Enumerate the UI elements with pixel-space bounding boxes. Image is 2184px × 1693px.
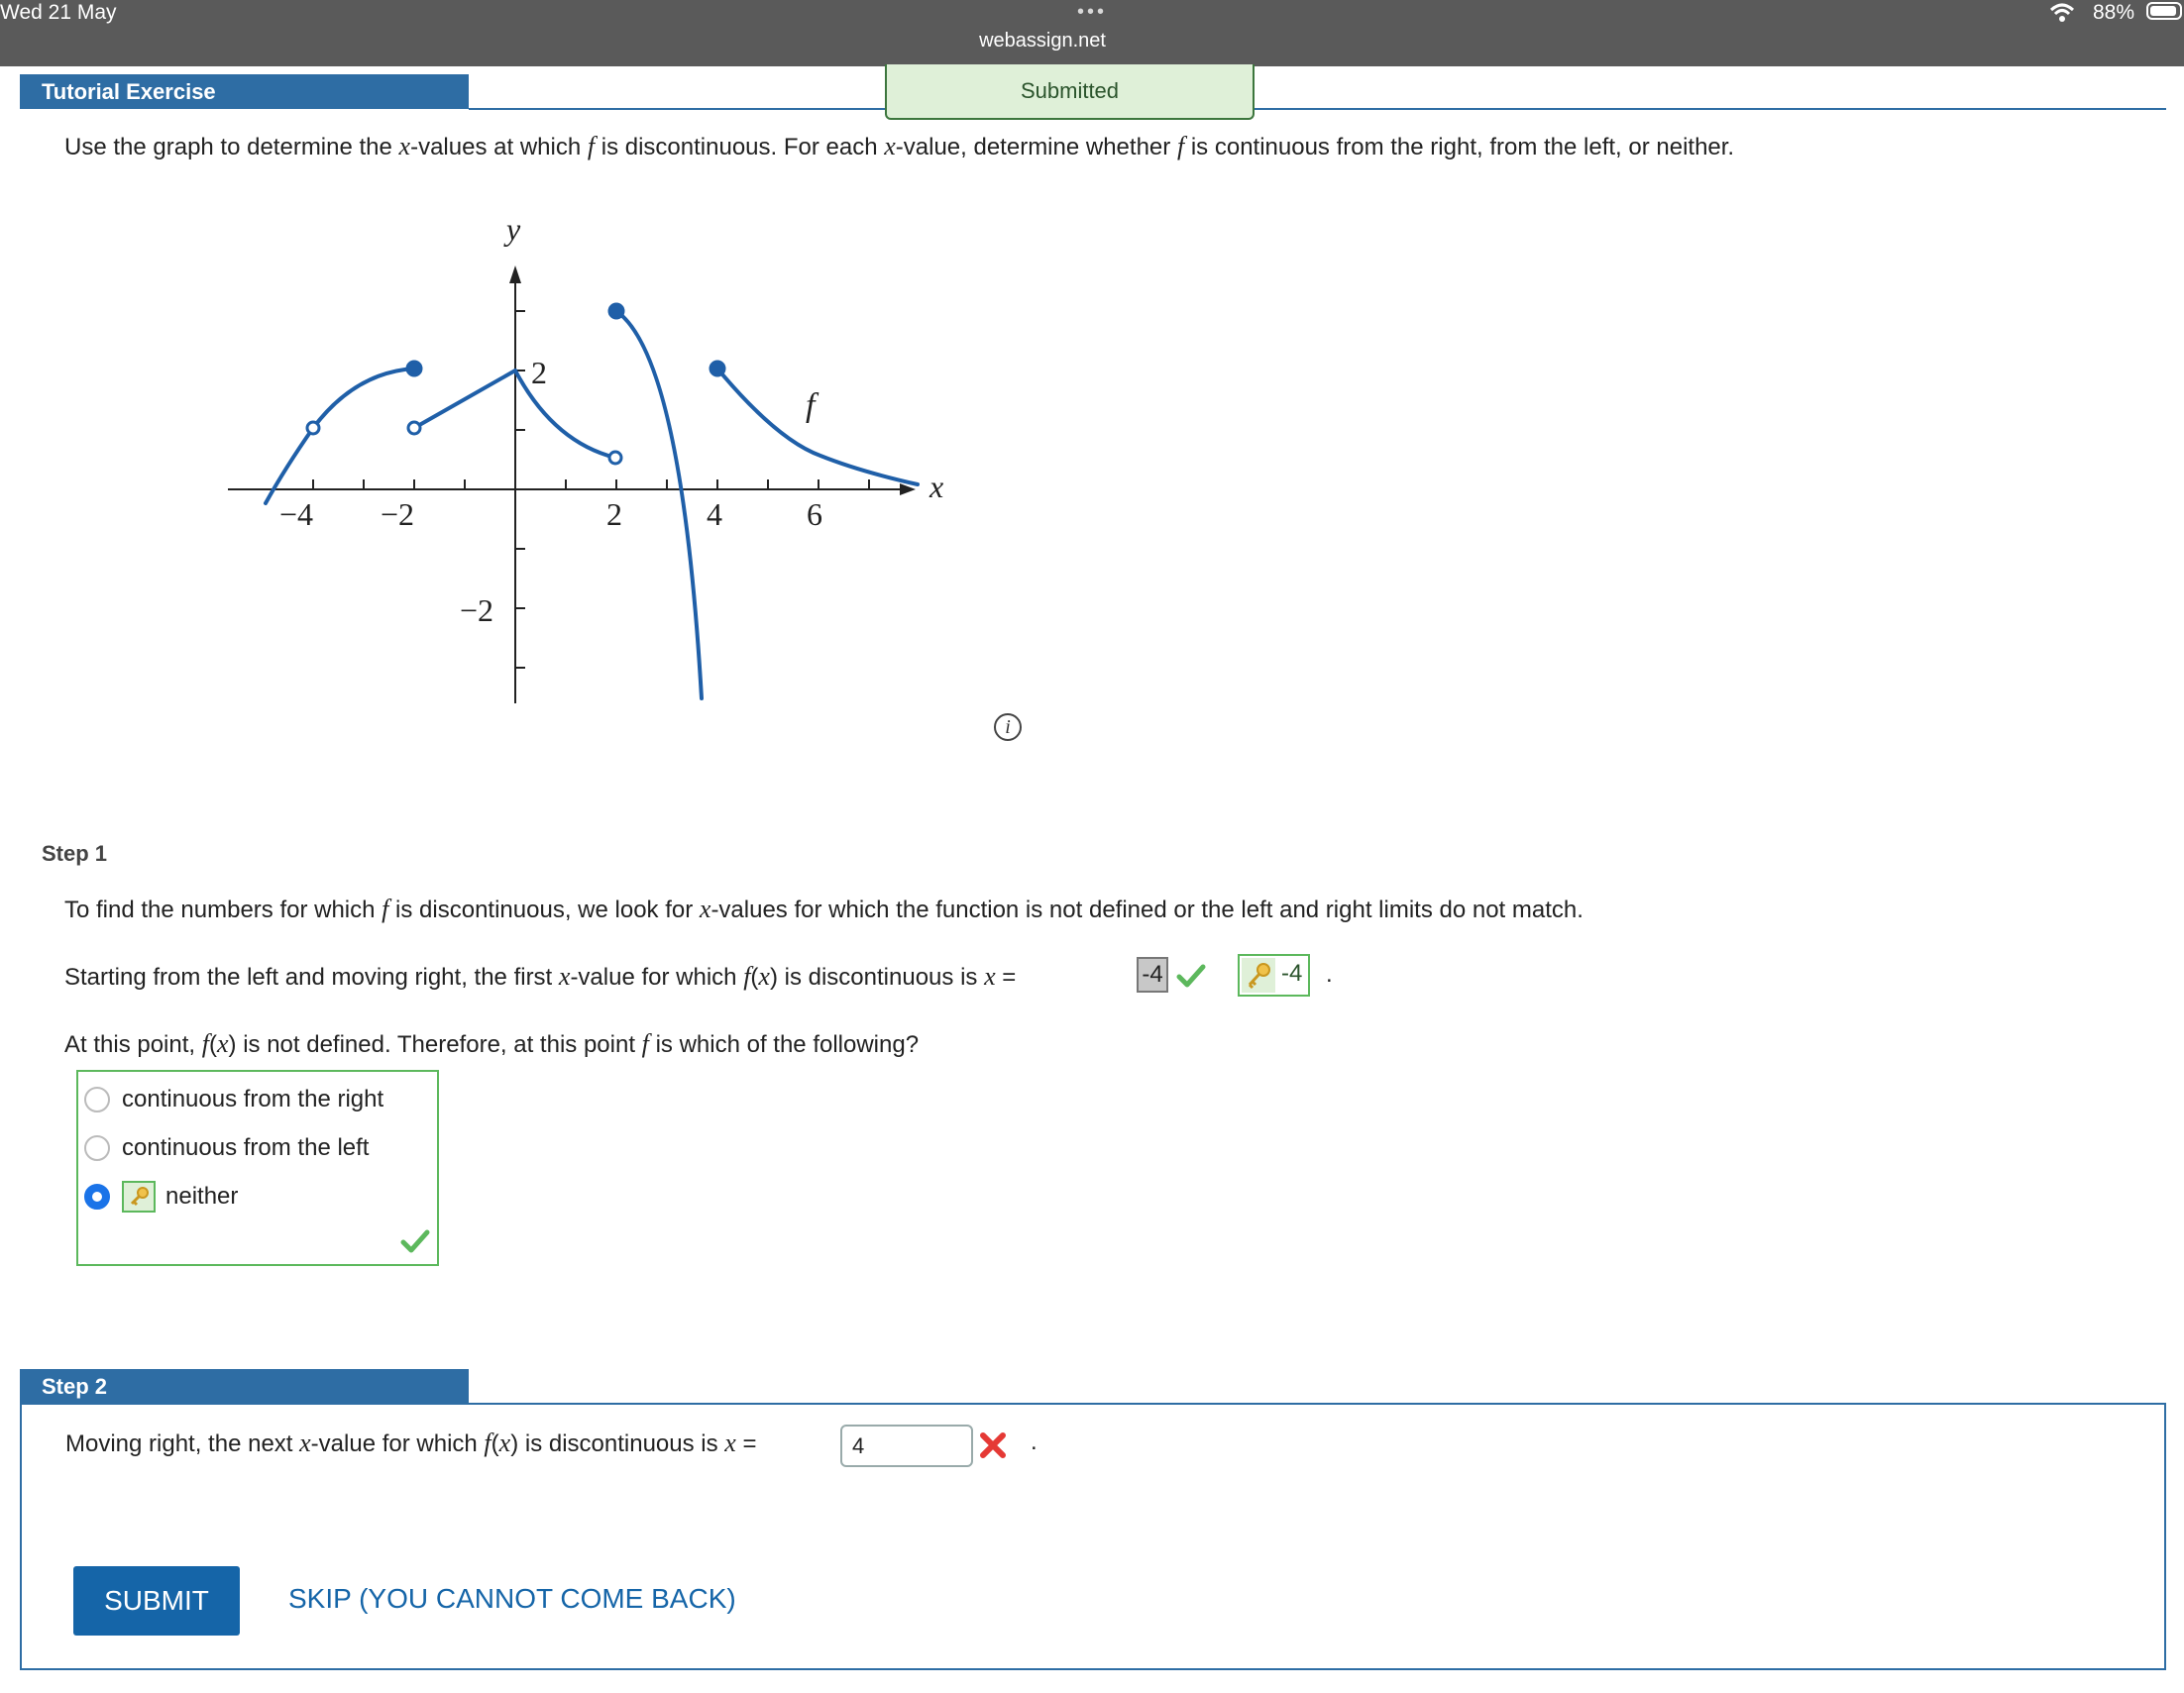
x-tick-label: 2 bbox=[606, 496, 622, 532]
step1-question-2: At this point, f(x) is not defined. Ther… bbox=[64, 1029, 920, 1058]
step1-question-1: Starting from the left and moving right,… bbox=[64, 962, 1017, 991]
open-point bbox=[406, 420, 422, 436]
answer-input[interactable] bbox=[840, 1425, 973, 1467]
x-tick-label: 4 bbox=[707, 496, 722, 532]
function-graph: y x f −4 −2 2 4 6 2 −2 bbox=[228, 211, 943, 703]
answer-key-box[interactable]: -4 bbox=[1238, 954, 1310, 997]
submitted-answer-box: -4 bbox=[1137, 957, 1168, 993]
curve-segment bbox=[311, 367, 416, 430]
wifi-icon bbox=[2049, 3, 2075, 22]
incorrect-x-icon bbox=[980, 1432, 1006, 1458]
x-tick-label: −2 bbox=[381, 496, 414, 532]
key-answer-value: -4 bbox=[1281, 960, 1303, 987]
battery-percentage: 88% bbox=[2092, 1, 2134, 24]
curve-segment bbox=[715, 367, 920, 486]
radio-continuous-right[interactable] bbox=[84, 1087, 110, 1112]
radio-neither[interactable] bbox=[84, 1184, 110, 1210]
function-label: f bbox=[806, 387, 819, 424]
step1-title: Step 1 bbox=[42, 841, 108, 866]
y-axis-arrow bbox=[509, 265, 521, 283]
key-icon bbox=[1242, 958, 1275, 993]
option-label[interactable]: continuous from the left bbox=[122, 1134, 369, 1162]
info-icon[interactable]: i bbox=[994, 713, 1022, 741]
closed-point bbox=[607, 302, 625, 320]
x-axis-label: x bbox=[928, 469, 943, 504]
step2-header: Step 2 bbox=[20, 1369, 469, 1404]
curve-segment bbox=[614, 309, 704, 700]
radio-options-group: continuous from the right continuous fro… bbox=[76, 1070, 439, 1266]
x-tick-label: −4 bbox=[279, 496, 313, 532]
option-label[interactable]: continuous from the right bbox=[122, 1086, 383, 1113]
closed-point bbox=[405, 360, 423, 377]
header-rule bbox=[469, 108, 2166, 110]
step2-question: Moving right, the next x-value for which… bbox=[65, 1428, 757, 1457]
tutorial-exercise-header: Tutorial Exercise bbox=[20, 74, 469, 109]
x-tick-label: 6 bbox=[807, 496, 822, 532]
question-text: Use the graph to determine the x-values … bbox=[64, 132, 1735, 160]
radio-continuous-left[interactable] bbox=[84, 1135, 110, 1161]
correct-check-icon bbox=[1176, 964, 1206, 988]
step1-intro: To find the numbers for which f is disco… bbox=[64, 895, 1583, 923]
y-tick-label: −2 bbox=[460, 592, 493, 628]
open-point bbox=[607, 450, 623, 466]
submitted-badge: Submitted bbox=[885, 64, 1255, 120]
submit-button[interactable]: SUBMIT bbox=[73, 1566, 240, 1636]
y-axis-label: y bbox=[503, 211, 521, 247]
curve-segment bbox=[264, 426, 315, 505]
closed-point bbox=[709, 360, 726, 377]
url-bar-handle[interactable]: ••• bbox=[0, 2, 2184, 22]
open-point bbox=[305, 420, 321, 436]
period: . bbox=[1326, 961, 1333, 988]
battery-icon bbox=[2146, 2, 2182, 20]
curve-segment bbox=[412, 369, 517, 430]
period: . bbox=[1031, 1428, 1037, 1455]
skip-link[interactable]: SKIP (YOU CANNOT COME BACK) bbox=[288, 1583, 736, 1615]
key-icon[interactable] bbox=[122, 1181, 156, 1213]
option-label[interactable]: neither bbox=[165, 1183, 238, 1211]
url-text[interactable]: webassign.net bbox=[0, 30, 2085, 53]
correct-check-icon bbox=[400, 1229, 430, 1253]
y-tick-label: 2 bbox=[531, 355, 547, 390]
